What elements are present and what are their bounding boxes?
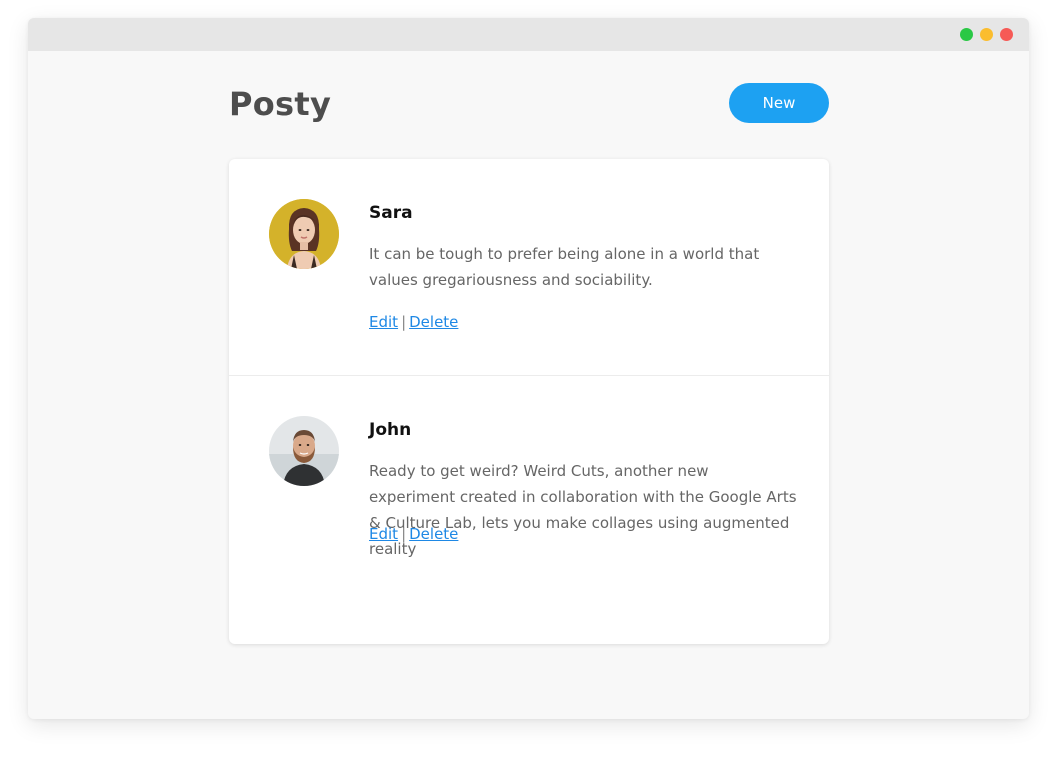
post-author: Sara — [369, 203, 413, 223]
action-separator: | — [401, 525, 407, 543]
window-yellow-dot[interactable] — [980, 28, 993, 41]
window-green-dot[interactable] — [960, 28, 973, 41]
edit-link[interactable]: Edit — [369, 525, 398, 543]
delete-link[interactable]: Delete — [409, 525, 458, 543]
post-text: It can be tough to prefer being alone in… — [369, 245, 760, 289]
post-actions: Edit | Delete — [369, 524, 458, 544]
app-title: Posty — [229, 85, 332, 123]
delete-link[interactable]: Delete — [409, 313, 458, 331]
post-item: Sara It can be tough to prefer being alo… — [229, 159, 829, 376]
john-avatar-image — [269, 416, 339, 486]
new-post-button[interactable]: New — [729, 83, 829, 123]
post-author: John — [369, 420, 412, 440]
avatar — [269, 416, 339, 486]
post-actions: Edit | Delete — [369, 312, 458, 332]
action-separator: | — [401, 313, 407, 331]
avatar — [269, 199, 339, 269]
edit-link[interactable]: Edit — [369, 313, 398, 331]
window-red-dot[interactable] — [1000, 28, 1013, 41]
sara-avatar-image — [269, 199, 339, 269]
post-item: John Ready to get weird? Weird Cuts, ano… — [229, 376, 829, 644]
app-window: Posty New Sara It can be tough to prefer… — [28, 18, 1029, 719]
posts-card: Sara It can be tough to prefer being alo… — [229, 159, 829, 644]
post-text: Ready to get weird? Weird Cuts, another … — [369, 462, 797, 558]
window-titlebar — [28, 18, 1029, 51]
